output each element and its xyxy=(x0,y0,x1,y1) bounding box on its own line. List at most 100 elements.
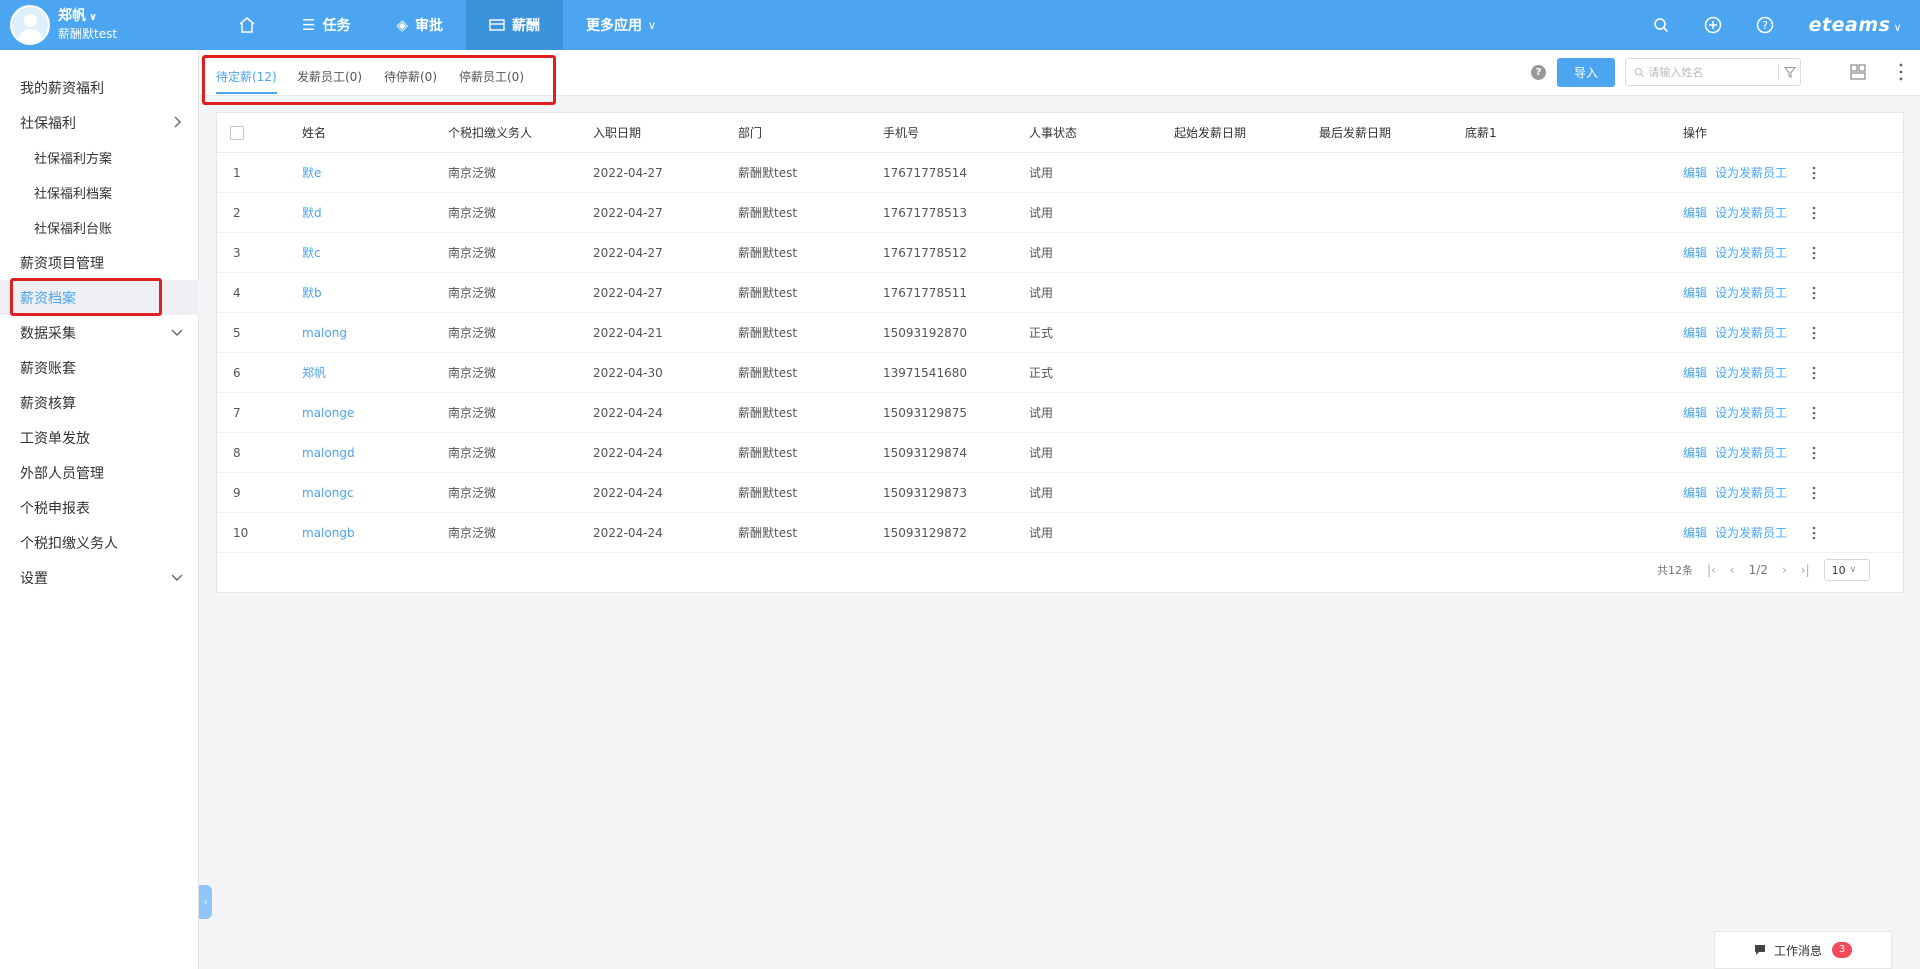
edit-link[interactable]: 编辑 xyxy=(1683,233,1707,273)
more-vertical-icon[interactable] xyxy=(1811,206,1817,220)
sidebar-item-salary-calc[interactable]: 薪资核算 xyxy=(0,385,199,420)
edit-link[interactable]: 编辑 xyxy=(1683,393,1707,433)
nav-home[interactable] xyxy=(215,0,279,50)
more-vertical-icon[interactable] xyxy=(1811,366,1817,380)
employee-name-link[interactable]: 郑帆 xyxy=(302,353,326,393)
column-header[interactable]: 底薪1 xyxy=(1465,113,1497,153)
sidebar-item-ss-ledger[interactable]: 社保福利台账 xyxy=(0,210,199,245)
more-vertical-icon[interactable] xyxy=(1811,446,1817,460)
column-header[interactable]: 入职日期 xyxy=(593,113,641,153)
column-header[interactable]: 部门 xyxy=(738,113,762,153)
layout-grid-icon[interactable] xyxy=(1850,64,1866,80)
sidebar-item-tax-report[interactable]: 个税申报表 xyxy=(0,490,199,525)
set-payroll-link[interactable]: 设为发薪员工 xyxy=(1715,313,1787,353)
work-messages-button[interactable]: 工作消息 3 xyxy=(1714,931,1892,969)
set-payroll-link[interactable]: 设为发薪员工 xyxy=(1715,233,1787,273)
help-icon[interactable]: ? xyxy=(1531,65,1546,80)
sidebar-item-social-security[interactable]: 社保福利 xyxy=(0,105,199,140)
more-vertical-icon[interactable] xyxy=(1811,326,1817,340)
edit-link[interactable]: 编辑 xyxy=(1683,473,1707,513)
edit-link[interactable]: 编辑 xyxy=(1683,433,1707,473)
edit-link[interactable]: 编辑 xyxy=(1683,273,1707,313)
column-header[interactable]: 手机号 xyxy=(883,113,919,153)
table-cell: 南京泛微 xyxy=(448,406,497,420)
sidebar-item-salary-items[interactable]: 薪资项目管理 xyxy=(0,245,199,280)
page-size-select[interactable]: 10 ∨ xyxy=(1823,559,1870,581)
employee-name-link[interactable]: malong xyxy=(302,313,347,353)
employee-name-link[interactable]: malongc xyxy=(302,473,354,513)
nav-salary[interactable]: 薪酬 xyxy=(466,0,563,50)
set-payroll-link[interactable]: 设为发薪员工 xyxy=(1715,473,1787,513)
employee-name-link[interactable]: 默d xyxy=(302,193,322,233)
set-payroll-link[interactable]: 设为发薪员工 xyxy=(1715,193,1787,233)
set-payroll-link[interactable]: 设为发薪员工 xyxy=(1715,353,1787,393)
select-all-checkbox[interactable] xyxy=(230,126,244,140)
set-payroll-link[interactable]: 设为发薪员工 xyxy=(1715,433,1787,473)
sidebar-collapse-button[interactable]: ‹ xyxy=(199,885,212,919)
more-vertical-icon[interactable] xyxy=(1811,406,1817,420)
more-vertical-icon[interactable] xyxy=(1811,286,1817,300)
nav-tasks[interactable]: ☰ 任务 xyxy=(279,0,373,50)
more-vertical-icon[interactable] xyxy=(1811,486,1817,500)
table-row: 9 malongc 南京泛微 2022-04-24 薪酬默test 15093129873… xyxy=(217,473,1903,513)
next-page-icon[interactable]: › xyxy=(1782,563,1787,577)
table-cell: 17671778511 xyxy=(883,286,967,300)
sidebar-item-salary-set[interactable]: 薪资账套 xyxy=(0,350,199,385)
sidebar-item-my-salary[interactable]: 我的薪资福利 xyxy=(0,70,199,105)
column-header[interactable]: 个税扣缴义务人 xyxy=(448,113,532,153)
column-header[interactable]: 姓名 xyxy=(302,113,326,153)
sidebar-item-external-staff[interactable]: 外部人员管理 xyxy=(0,455,199,490)
set-payroll-link[interactable]: 设为发薪员工 xyxy=(1715,273,1787,313)
help-icon[interactable]: ? xyxy=(1755,15,1775,35)
filter-icon[interactable] xyxy=(1779,59,1800,85)
set-payroll-link[interactable]: 设为发薪员工 xyxy=(1715,393,1787,433)
table-row: 3 默c 南京泛微 2022-04-27 薪酬默test 17671778512 试用 编辑设… xyxy=(217,233,1903,273)
edit-link[interactable]: 编辑 xyxy=(1683,153,1707,193)
prev-page-icon[interactable]: ‹ xyxy=(1730,563,1735,577)
nav-more-apps[interactable]: 更多应用 ∨ xyxy=(563,0,679,50)
more-vertical-icon[interactable] xyxy=(1811,166,1817,180)
nav-approval[interactable]: ◈ 审批 xyxy=(373,0,466,50)
row-index: 5 xyxy=(233,326,241,340)
user-menu[interactable]: 郑帆 ∨ 薪酬默test xyxy=(0,0,200,50)
more-vertical-icon[interactable] xyxy=(1811,246,1817,260)
edit-link[interactable]: 编辑 xyxy=(1683,353,1707,393)
employee-name-link[interactable]: 默b xyxy=(302,273,322,313)
edit-link[interactable]: 编辑 xyxy=(1683,513,1707,553)
table-cell: 13971541680 xyxy=(883,366,967,380)
add-circle-icon[interactable] xyxy=(1703,15,1723,35)
more-vertical-icon[interactable] xyxy=(1898,62,1904,82)
employee-name-link[interactable]: malongd xyxy=(302,433,355,473)
row-index: 4 xyxy=(233,286,241,300)
sidebar-item-settings[interactable]: 设置 xyxy=(0,560,199,595)
first-page-icon[interactable]: |‹ xyxy=(1707,563,1716,577)
table-cell: 南京泛微 xyxy=(448,166,497,180)
table-cell: 南京泛微 xyxy=(448,526,497,540)
column-header[interactable]: 人事状态 xyxy=(1029,113,1077,153)
employee-name-link[interactable]: malongb xyxy=(302,513,355,553)
table-cell: 南京泛微 xyxy=(448,286,497,300)
search-icon[interactable] xyxy=(1651,15,1671,35)
sidebar-item-ss-plan[interactable]: 社保福利方案 xyxy=(0,140,199,175)
edit-link[interactable]: 编辑 xyxy=(1683,313,1707,353)
employee-name-link[interactable]: 默c xyxy=(302,233,321,273)
sidebar-item-ss-archive[interactable]: 社保福利档案 xyxy=(0,175,199,210)
more-vertical-icon[interactable] xyxy=(1811,526,1817,540)
set-payroll-link[interactable]: 设为发薪员工 xyxy=(1715,513,1787,553)
employee-name-link[interactable]: malonge xyxy=(302,393,354,433)
table-cell: 2022-04-30 xyxy=(593,366,663,380)
set-payroll-link[interactable]: 设为发薪员工 xyxy=(1715,153,1787,193)
brand-logo[interactable]: eteams ∨ xyxy=(1809,14,1902,36)
edit-link[interactable]: 编辑 xyxy=(1683,193,1707,233)
sidebar-item-data-collection[interactable]: 数据采集 xyxy=(0,315,199,350)
sidebar-item-tax-agent[interactable]: 个税扣缴义务人 xyxy=(0,525,199,560)
last-page-icon[interactable]: ›| xyxy=(1801,563,1810,577)
table-cell: 南京泛微 xyxy=(448,486,497,500)
search-input[interactable] xyxy=(1648,65,1779,79)
column-header[interactable]: 起始发薪日期 xyxy=(1174,113,1246,153)
column-header[interactable]: 最后发薪日期 xyxy=(1319,113,1391,153)
table-row: 5 malong 南京泛微 2022-04-21 薪酬默test 15093192870 正… xyxy=(217,313,1903,353)
sidebar-item-payslip[interactable]: 工资单发放 xyxy=(0,420,199,455)
employee-name-link[interactable]: 默e xyxy=(302,153,321,193)
import-button[interactable]: 导入 xyxy=(1557,58,1615,87)
